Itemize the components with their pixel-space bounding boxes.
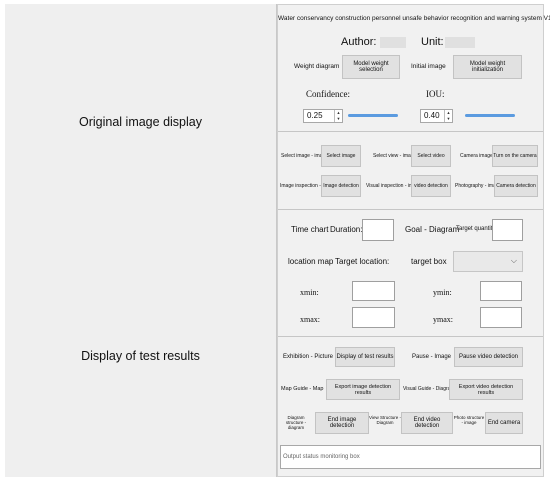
image-display-area: Original image display Display of test r…: [5, 4, 277, 477]
model-weight-selection-button[interactable]: Model weight selection: [342, 55, 400, 79]
author-label: Author:: [341, 36, 377, 48]
unit-value-redacted: [445, 37, 475, 48]
confidence-spinbox[interactable]: 0.25 ▲ ▼: [303, 109, 343, 123]
select-video-label: Select view - image: [373, 153, 417, 159]
pause-video-detection-button[interactable]: Pause video detection: [454, 347, 523, 367]
original-image-display-label: Original image display: [79, 115, 202, 129]
initial-image-label: Initial image: [411, 63, 446, 70]
xmax-output: [352, 307, 395, 328]
iou-slider[interactable]: [465, 114, 515, 117]
status-placeholder: Output status monitoring box: [283, 454, 360, 460]
confidence-spin-arrows[interactable]: ▲ ▼: [334, 110, 342, 122]
camera-label: Camera image: [460, 153, 493, 159]
target-location-label: Target location:: [335, 257, 390, 266]
weight-diagram-label: Weight diagram: [294, 63, 340, 70]
confidence-label: Confidence:: [306, 89, 350, 99]
xmin-label: xmin:: [300, 288, 319, 297]
duration-label: Duration:: [330, 225, 363, 234]
end-camera-button[interactable]: End camera: [485, 412, 523, 434]
video-detection-button[interactable]: video detection: [411, 175, 451, 197]
control-panel: Water conservancy construction personnel…: [277, 4, 550, 477]
export-image-results-button[interactable]: Export image detection results: [326, 379, 400, 400]
test-results-display-label: Display of test results: [81, 349, 200, 363]
ymax-output: [480, 307, 522, 328]
xmin-output: [352, 281, 395, 301]
select-image-button[interactable]: Select image: [321, 145, 361, 167]
display-results-button[interactable]: Display of test results: [335, 347, 395, 367]
target-quantity-output: [492, 219, 523, 241]
end-video-detection-button[interactable]: End video detection: [401, 412, 453, 434]
end-image-detection-button[interactable]: End image detection: [315, 412, 369, 434]
ymin-output: [480, 281, 522, 301]
iou-spin-arrows[interactable]: ▲ ▼: [444, 110, 452, 122]
pause-label: Pause - Image: [412, 354, 452, 360]
camera-detection-button[interactable]: Camera detection: [494, 175, 538, 197]
model-weight-initialization-button[interactable]: Model weight initialization: [453, 55, 522, 79]
map-guide-label: Map Guide - Map: [281, 386, 324, 392]
duration-output: [362, 219, 394, 241]
ymax-label: ymax:: [433, 315, 453, 324]
image-detection-button[interactable]: Image detection: [321, 175, 361, 197]
target-box-dropdown[interactable]: ⌵: [453, 251, 523, 272]
location-map-label: location map: [288, 257, 334, 266]
target-box-label: target box: [411, 257, 447, 266]
iou-label: IOU:: [426, 89, 445, 99]
visual-guide-label: Visual Guide - Diagram: [403, 386, 455, 392]
exhibition-label: Exhibition - Picture: [283, 354, 334, 360]
iou-value: 0.40: [424, 111, 440, 120]
goal-diagram-label: Goal - Diagram: [405, 225, 460, 234]
diagram-structure-label: Diagram structure - diagram: [285, 415, 307, 430]
app-title: Water conservancy construction personnel…: [278, 15, 550, 22]
iou-spinbox[interactable]: 0.40 ▲ ▼: [420, 109, 453, 123]
target-quantity-label: Target quantity:: [456, 226, 498, 232]
chevron-down-icon: ⌵: [510, 256, 517, 265]
xmax-label: xmax:: [300, 315, 320, 324]
output-status-monitoring-box[interactable]: Output status monitoring box: [280, 445, 541, 469]
photo-structure-label: Photo structure - image: [453, 415, 485, 425]
confidence-slider[interactable]: [348, 114, 398, 117]
time-chart-label: Time chart: [291, 225, 329, 234]
select-video-button[interactable]: Select video: [411, 145, 451, 167]
view-structure-label: View Structure - Diagram: [369, 415, 401, 425]
unit-label: Unit:: [421, 36, 444, 48]
confidence-value: 0.25: [307, 111, 323, 120]
section-divider: [278, 336, 543, 337]
turn-on-camera-button[interactable]: Turn on the camera: [492, 145, 538, 167]
export-video-results-button[interactable]: Export video detection results: [449, 379, 523, 400]
ymin-label: ymin:: [433, 288, 452, 297]
author-value-redacted: [380, 37, 406, 48]
section-divider: [278, 209, 543, 210]
section-divider: [278, 131, 543, 132]
